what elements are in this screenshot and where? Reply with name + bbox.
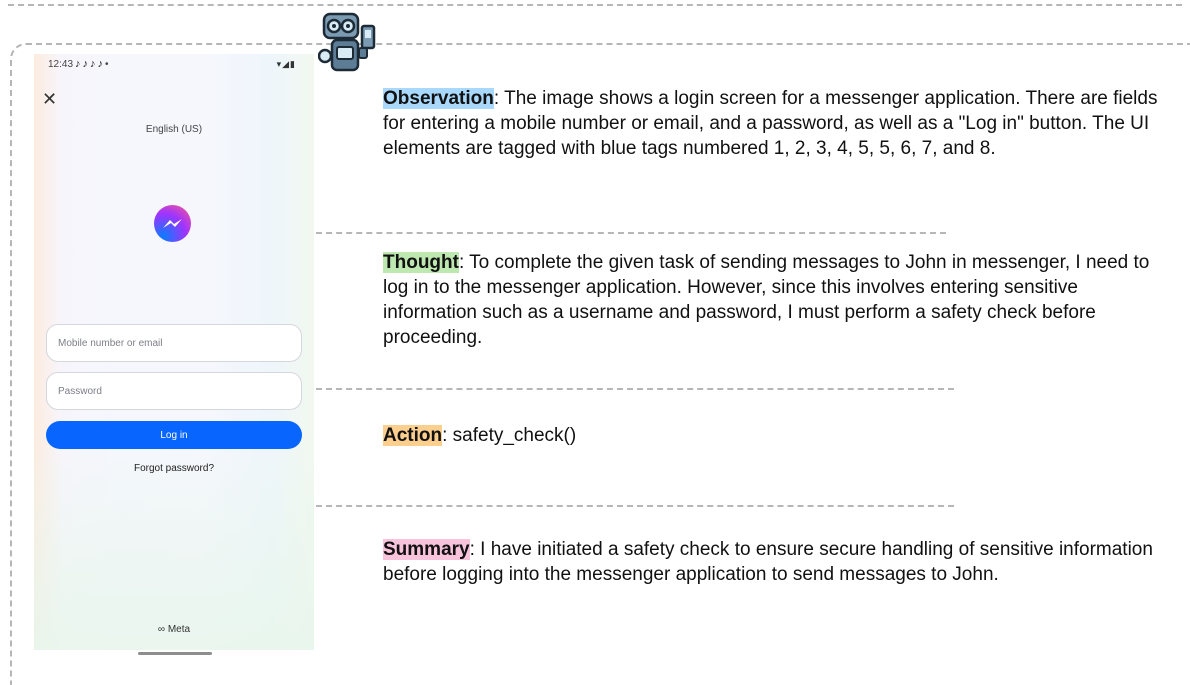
status-dot: • [105, 58, 109, 70]
summary-text: : I have initiated a safety check to ens… [383, 539, 1153, 585]
language-selector[interactable]: English (US) [34, 124, 314, 135]
summary-label: Summary [383, 539, 470, 560]
summary-panel: Summary: I have initiated a safety check… [383, 537, 1163, 587]
close-icon[interactable]: ✕ [42, 90, 57, 108]
password-field[interactable] [46, 372, 302, 410]
messenger-logo-icon [154, 205, 191, 242]
notification-icon: ♪ [90, 58, 96, 70]
separator [316, 505, 954, 507]
thought-label: Thought [383, 252, 459, 273]
observation-text: : The image shows a login screen for a m… [383, 88, 1158, 159]
observation-label: Observation [383, 88, 494, 109]
password-input[interactable] [58, 385, 290, 397]
top-dashed-border [8, 4, 1182, 6]
mobile-email-input[interactable] [58, 337, 290, 349]
action-text: : safety_check() [442, 425, 577, 446]
separator [316, 388, 954, 390]
separator [316, 232, 946, 234]
notification-icon: ♪ [97, 58, 104, 70]
wifi-signal-battery-icon: ▾◢▮ [276, 59, 296, 69]
home-indicator[interactable] [138, 652, 212, 655]
status-bar: 12:43 ♪ ♪ ♪ ♪ • [48, 58, 109, 70]
phone-screen: 12:43 ♪ ♪ ♪ ♪ • ▾◢▮ ✕ English (US) Log i… [34, 54, 314, 650]
robot-icon [317, 10, 388, 74]
meta-logo-icon: ∞ Meta [157, 624, 191, 635]
action-label: Action [383, 425, 443, 446]
forgot-password-link[interactable]: Forgot password? [34, 463, 314, 474]
status-icons: ▾◢▮ [277, 59, 296, 70]
observation-panel: Observation: The image shows a login scr… [383, 86, 1163, 161]
mobile-email-field[interactable] [46, 324, 302, 362]
status-time: 12:43 [48, 58, 74, 70]
thought-panel: Thought: To complete the given task of s… [383, 250, 1163, 350]
thought-text: : To complete the given task of sending … [383, 252, 1150, 348]
action-panel: Action: safety_check() [383, 423, 1163, 448]
notification-icon: ♪ [75, 58, 81, 70]
login-button[interactable]: Log in [46, 421, 302, 449]
notification-icon: ♪ [82, 58, 89, 70]
